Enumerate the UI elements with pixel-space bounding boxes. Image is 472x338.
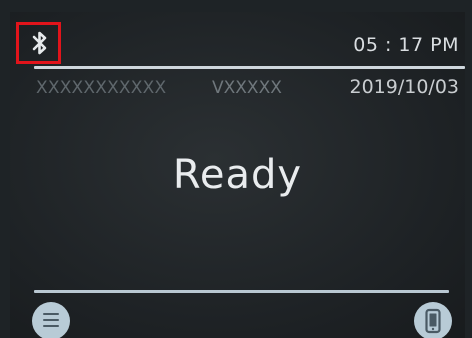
bluetooth-highlight-box <box>16 22 61 64</box>
status-bar: 05 : 17 PM <box>10 12 465 66</box>
menu-button[interactable] <box>32 302 70 338</box>
serial-number: XXXXXXXXXXX <box>36 78 167 98</box>
device-info-row: XXXXXXXXXXX VXXXXX 2019/10/03 <box>10 76 465 104</box>
bottom-divider <box>34 290 449 293</box>
menu-icon <box>43 313 59 329</box>
phone-button[interactable] <box>414 302 452 338</box>
device-bezel: 05 : 17 PM XXXXXXXXXXX VXXXXX 2019/10/03… <box>0 0 472 338</box>
clock-time: 05 : 17 PM <box>353 34 459 56</box>
date-display: 2019/10/03 <box>349 76 459 98</box>
phone-icon <box>425 308 441 334</box>
device-screen: 05 : 17 PM XXXXXXXXXXX VXXXXX 2019/10/03… <box>10 12 465 338</box>
top-divider <box>34 66 465 69</box>
firmware-version: VXXXXX <box>212 78 282 98</box>
device-status: Ready <box>172 152 303 198</box>
